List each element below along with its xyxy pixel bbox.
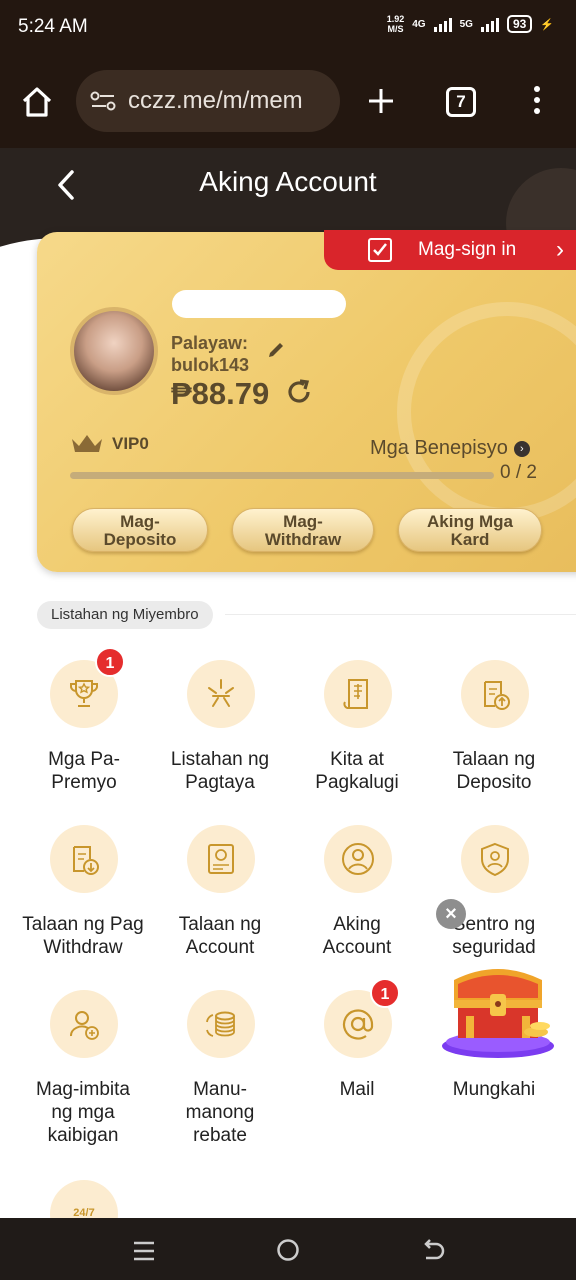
crown-icon xyxy=(72,435,102,452)
menu-item-manual-rebate[interactable]: Manu- manong rebate xyxy=(140,1078,300,1147)
site-settings-icon xyxy=(90,91,116,111)
status-time: 5:24 AM xyxy=(18,16,88,37)
vip-progress-bar xyxy=(70,472,494,479)
menu-item-suggestions[interactable]: Mungkahi xyxy=(414,1078,574,1101)
menu-item-bet-list[interactable]: Listahan ng Pagtaya xyxy=(140,748,300,794)
charging-icon: ⚡ xyxy=(540,18,554,31)
close-promo-button[interactable]: × xyxy=(436,899,466,929)
network-speed: 1.92 M/S xyxy=(387,14,405,34)
notification-badge: 1 xyxy=(370,978,400,1008)
receipt-icon[interactable] xyxy=(324,660,392,728)
menu-item-mail[interactable]: Mail xyxy=(277,1078,437,1101)
my-cards-button[interactable]: Aking Mga Kard xyxy=(398,508,542,552)
back-nav-icon[interactable] xyxy=(420,1238,446,1262)
chest-icon[interactable] xyxy=(440,960,556,1060)
coins-icon[interactable] xyxy=(187,990,255,1058)
browser-toolbar: cczz.me/m/mem 7 xyxy=(0,56,576,148)
checkbox-icon xyxy=(368,238,392,262)
status-indicators: 1.92 M/S 4G 5G 93 ⚡ xyxy=(387,14,554,34)
section-title: Listahan ng Miyembro xyxy=(37,601,213,629)
network-speed-unit: M/S xyxy=(387,24,404,34)
menu-item-my-account[interactable]: Aking Account xyxy=(277,913,437,959)
address-bar[interactable]: cczz.me/m/mem xyxy=(76,70,340,132)
clipboard-down-icon[interactable] xyxy=(50,825,118,893)
nickname: Palayaw: bulok143 xyxy=(171,332,249,376)
refresh-icon[interactable] xyxy=(284,377,314,407)
chevron-right-icon: › xyxy=(556,236,564,263)
network-4g-label: 4G xyxy=(412,18,426,30)
more-menu-icon[interactable] xyxy=(534,86,542,119)
home-nav-icon[interactable] xyxy=(276,1238,300,1262)
nickname-value: bulok143 xyxy=(171,355,250,375)
withdraw-label: Mag- Withdraw xyxy=(264,512,342,549)
shield-user-icon[interactable] xyxy=(461,825,529,893)
benefits-label: Mga Benepisyo xyxy=(370,437,508,459)
network-speed-value: 1.92 xyxy=(386,14,405,24)
add-user-icon[interactable] xyxy=(50,990,118,1058)
signal-icon xyxy=(433,16,452,32)
withdraw-button[interactable]: Mag- Withdraw xyxy=(232,508,374,552)
signal-icon-2 xyxy=(480,16,499,32)
menu-item-withdraw-history[interactable]: Talaan ng Pag Withdraw xyxy=(3,913,163,959)
url-text: cczz.me/m/mem xyxy=(128,87,303,114)
chevron-right-circle-icon: › xyxy=(513,440,530,457)
edit-pencil-icon[interactable] xyxy=(266,340,286,360)
clipboard-up-icon[interactable] xyxy=(461,660,529,728)
vip-progress-text: 0 / 2 xyxy=(500,462,537,483)
home-icon xyxy=(22,87,52,117)
user-icon[interactable] xyxy=(324,825,392,893)
recents-icon[interactable] xyxy=(132,1240,156,1262)
status-bar: 5:24 AM 1.92 M/S 4G 5G 93 ⚡ xyxy=(0,0,576,56)
menu-item-invite-friends[interactable]: Mag-imbita ng mga kaibigan xyxy=(3,1078,163,1147)
page-title: Aking Account xyxy=(199,166,377,197)
system-nav-bar xyxy=(0,1218,576,1280)
username-redacted xyxy=(172,290,346,318)
avatar[interactable] xyxy=(70,307,158,395)
plus-icon xyxy=(369,89,393,113)
tab-switcher-button[interactable]: 7 xyxy=(446,87,476,117)
sign-in-button[interactable]: Mag-sign in › xyxy=(324,230,576,270)
deposit-button[interactable]: Mag- Deposito xyxy=(72,508,208,552)
notification-badge: 1 xyxy=(95,647,125,677)
my-cards-label: Aking Mga Kard xyxy=(427,512,513,549)
new-tab-button[interactable] xyxy=(364,84,398,118)
menu-item-account-history[interactable]: Talaan ng Account xyxy=(140,913,300,959)
menu-item-deposit-history[interactable]: Talaan ng Deposito xyxy=(414,748,574,794)
battery-icon: 93 xyxy=(506,15,533,33)
benefits-link[interactable]: Mga Benepisyo › xyxy=(370,437,530,460)
balance-amount: ₱88.79 xyxy=(171,376,270,411)
sparkle-icon[interactable] xyxy=(187,660,255,728)
menu-item-profit-loss[interactable]: Kita at Pagkalugi xyxy=(277,748,437,794)
sign-in-label: Mag-sign in xyxy=(418,239,517,260)
vip-label: VIP0 xyxy=(112,434,149,453)
ledger-icon[interactable] xyxy=(187,825,255,893)
home-button[interactable] xyxy=(18,84,56,120)
vip-level: VIP0 xyxy=(70,433,149,455)
deposit-label: Mag- Deposito xyxy=(103,512,177,549)
network-5g-label: 5G xyxy=(459,18,473,30)
nickname-label: Palayaw: xyxy=(171,333,249,353)
